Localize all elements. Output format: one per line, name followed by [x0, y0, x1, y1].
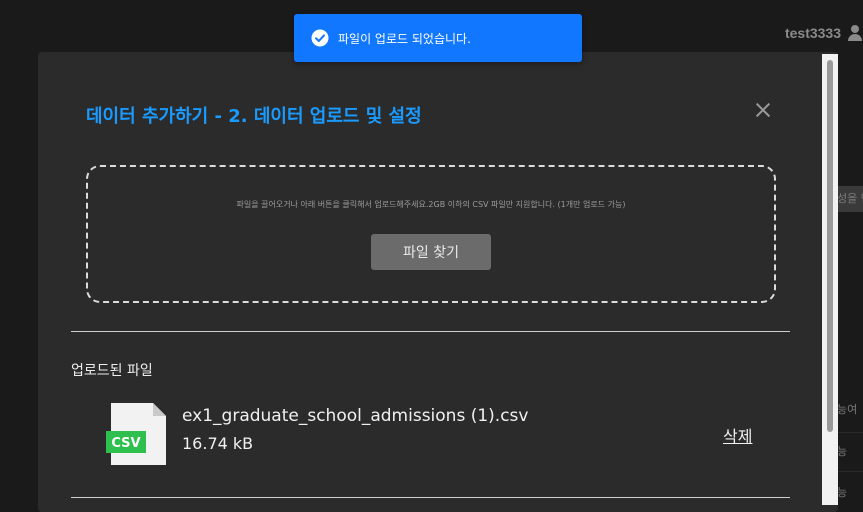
find-file-button[interactable]: 파일 찾기	[371, 234, 491, 270]
file-dropzone[interactable]: 파일을 끌어오거나 아래 버튼을 클릭해서 업로드해주세요.2GB 이하의 CS…	[86, 165, 776, 303]
toast-message: 파일이 업로드 되었습니다.	[338, 31, 471, 46]
file-name: ex1_graduate_school_admissions (1).csv	[182, 406, 529, 426]
delete-file-button[interactable]: 삭제	[723, 423, 752, 447]
add-data-modal: 데이터 추가하기 - 2. 데이터 업로드 및 설정 파일을 끌어오거나 아래 …	[38, 52, 838, 512]
modal-scrollbar[interactable]	[822, 54, 838, 505]
user-icon	[847, 25, 863, 41]
background-row-text: 능	[837, 432, 863, 472]
csv-badge-label: CSV	[111, 436, 140, 451]
close-icon[interactable]	[753, 100, 773, 120]
check-circle-icon	[311, 29, 329, 47]
background-row-text: 능	[837, 486, 848, 499]
dropzone-hint: 파일을 끌어오거나 아래 버튼을 클릭해서 업로드해주세요.2GB 이하의 CS…	[236, 200, 626, 209]
username-label: test3333	[784, 25, 841, 41]
file-size: 16.74 kB	[182, 434, 254, 453]
background-button: 성을 만	[837, 186, 863, 212]
background-row-text: 능여	[837, 403, 858, 416]
modal-title: 데이터 추가하기 - 2. 데이터 업로드 및 설정	[86, 106, 422, 127]
upload-success-toast: 파일이 업로드 되었습니다.	[294, 14, 582, 62]
uploaded-files-label: 업로드된 파일	[71, 363, 153, 379]
scrollbar-thumb[interactable]	[827, 60, 833, 432]
divider	[71, 497, 790, 498]
csv-file-icon: CSV	[106, 403, 168, 465]
divider	[71, 331, 790, 332]
user-menu[interactable]: test3333	[785, 24, 863, 42]
